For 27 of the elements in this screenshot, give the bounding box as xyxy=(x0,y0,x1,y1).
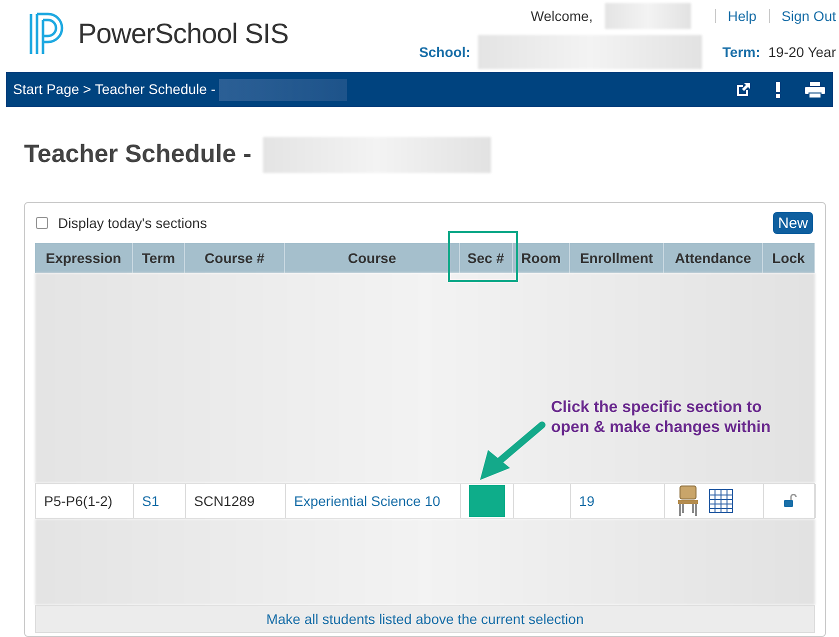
exclamation-icon[interactable] xyxy=(775,82,781,98)
help-link[interactable]: Help xyxy=(728,6,757,26)
highlight-frame xyxy=(448,231,518,282)
welcome-label: Welcome, xyxy=(530,6,593,26)
term-value: 19-20 Year xyxy=(768,42,836,62)
logo-icon xyxy=(28,12,66,56)
school-label: School: xyxy=(419,42,470,62)
breadcrumb: Start Page > Teacher Schedule - xyxy=(13,80,216,99)
course-number-cell-text: SCN1289 xyxy=(194,492,255,510)
highlight-block xyxy=(469,485,505,517)
brand-name: PowerSchool SIS xyxy=(78,17,288,51)
display-today-checkbox[interactable] xyxy=(36,217,48,229)
term-label: Term: xyxy=(722,42,760,62)
course-link[interactable]: Experiential Science 10 xyxy=(294,490,440,512)
expression-cell-text: P5-P6(1-2) xyxy=(44,492,112,511)
term-link[interactable]: S1 xyxy=(142,490,160,512)
new-button[interactable]: New xyxy=(772,212,813,234)
printer-icon[interactable] xyxy=(805,82,825,98)
enrollment-link[interactable]: 19 xyxy=(579,490,595,512)
checkbox-label: Display today's sections xyxy=(58,214,207,233)
page-title: Teacher Schedule - xyxy=(24,139,252,170)
sign-out-link[interactable]: Sign Out xyxy=(782,6,836,26)
padlock-icon[interactable] xyxy=(782,494,796,508)
external-link-icon[interactable] xyxy=(735,82,751,98)
calendar-grid-icon[interactable] xyxy=(709,489,733,513)
callout-text: Click the specific section to open & make changes within xyxy=(551,398,772,438)
chair-icon[interactable] xyxy=(677,485,699,517)
